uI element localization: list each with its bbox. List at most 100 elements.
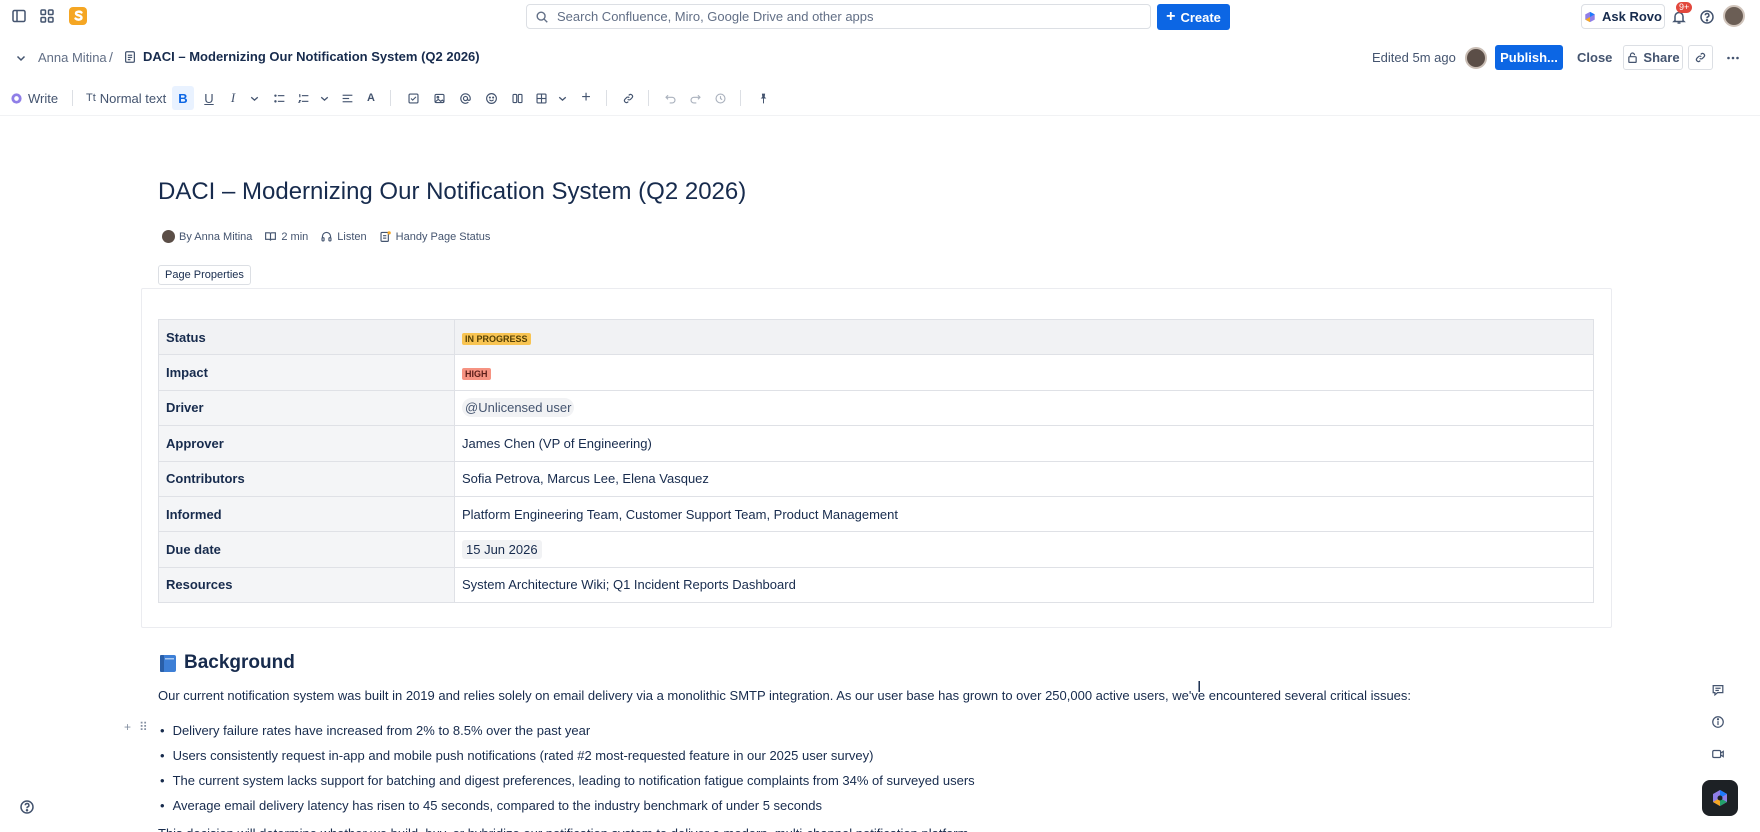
property-value[interactable]: Sofia Petrova, Marcus Lee, Elena Vasquez <box>454 460 1594 497</box>
link-icon[interactable] <box>617 86 639 110</box>
list-item[interactable]: The current system lacks support for bat… <box>158 768 975 793</box>
breadcrumb-page[interactable]: DACI – Modernizing Our Notification Syst… <box>123 49 480 64</box>
text-color-button[interactable]: A <box>360 86 382 110</box>
date-chip[interactable]: 15 Jun 2026 <box>462 540 542 560</box>
chevron-down-icon[interactable] <box>8 45 34 71</box>
page-header-bar: Anna Mitina / DACI – Modernizing Our Not… <box>0 42 1760 74</box>
comments-icon[interactable] <box>1705 677 1731 703</box>
italic-button[interactable]: I <box>222 86 244 110</box>
plus-icon: + <box>1166 8 1176 25</box>
table-row: Approver James Chen (VP of Engineering) <box>158 425 1594 462</box>
help-icon[interactable] <box>1694 4 1720 30</box>
status-lozenge: IN PROGRESS <box>462 332 531 345</box>
page-title[interactable]: DACI – Modernizing Our Notification Syst… <box>158 178 746 206</box>
table-row: Status IN PROGRESS <box>158 318 1594 356</box>
close-button[interactable]: Close <box>1577 50 1612 65</box>
app-switcher-icon[interactable] <box>34 3 60 29</box>
property-key: Resources <box>158 566 455 604</box>
breadcrumb-user[interactable]: Anna Mitina <box>38 50 107 65</box>
property-value[interactable]: System Architecture Wiki; Q1 Incident Re… <box>454 566 1594 604</box>
list-item[interactable]: Delivery failure rates have increased fr… <box>158 718 975 743</box>
property-value[interactable]: James Chen (VP of Engineering) <box>454 425 1594 462</box>
table-row: Driver @Unlicensed user <box>158 389 1594 427</box>
block-controls: + ⠿ <box>124 720 148 734</box>
copy-link-button[interactable] <box>1688 45 1713 70</box>
breadcrumb-separator: / <box>109 49 113 65</box>
pin-icon[interactable] <box>752 86 774 110</box>
breadcrumb-page-label: DACI – Modernizing Our Notification Syst… <box>143 49 480 64</box>
rovo-chat-button[interactable] <box>1702 780 1738 816</box>
divider <box>648 90 649 106</box>
listen-button[interactable]: Listen <box>320 230 367 243</box>
create-button[interactable]: + Create <box>1157 4 1230 30</box>
background-bullets: Delivery failure rates have increased fr… <box>158 718 975 818</box>
status-icon <box>380 231 391 242</box>
blue-book-icon <box>160 655 176 672</box>
search-placeholder: Search Confluence, Miro, Google Drive an… <box>557 9 874 24</box>
video-icon[interactable] <box>1705 741 1731 767</box>
table-icon[interactable] <box>530 86 552 110</box>
profile-avatar[interactable] <box>1723 5 1745 27</box>
table-row: Contributors Sofia Petrova, Marcus Lee, … <box>158 460 1594 497</box>
history-icon[interactable] <box>709 86 731 110</box>
list-item[interactable]: Average email delivery latency has risen… <box>158 793 975 818</box>
checkbox-icon[interactable] <box>402 86 424 110</box>
rovo-icon <box>1713 790 1727 806</box>
divider <box>606 90 607 106</box>
chevron-down-icon[interactable] <box>246 86 262 110</box>
drag-handle-icon[interactable]: ⠿ <box>139 720 148 734</box>
write-mode-button[interactable]: Write <box>10 86 58 110</box>
background-heading[interactable]: Background <box>158 652 295 674</box>
more-options-icon[interactable] <box>1720 45 1746 71</box>
text-style-label: Normal text <box>99 90 167 106</box>
bold-button[interactable]: B <box>172 86 194 110</box>
ask-rovo-button[interactable]: Ask Rovo <box>1581 4 1665 29</box>
user-mention[interactable]: @Unlicensed user <box>462 398 575 418</box>
top-navigation: Search Confluence, Miro, Google Drive an… <box>0 0 1760 32</box>
mention-icon[interactable] <box>454 86 476 110</box>
layout-icon[interactable] <box>506 86 528 110</box>
page-icon <box>125 50 135 63</box>
align-icon[interactable] <box>336 86 358 110</box>
author-byline[interactable]: By Anna Mitina <box>162 230 252 243</box>
redo-icon[interactable] <box>684 86 706 110</box>
info-icon[interactable] <box>1705 709 1731 735</box>
image-icon[interactable] <box>428 86 450 110</box>
table-row: Due date 15 Jun 2026 <box>158 531 1594 568</box>
publish-button[interactable]: Publish... <box>1495 45 1563 70</box>
undo-icon[interactable] <box>659 86 681 110</box>
property-value[interactable]: Platform Engineering Team, Customer Supp… <box>454 495 1594 533</box>
numbered-list-icon[interactable] <box>292 86 314 110</box>
rovo-icon <box>1585 11 1595 22</box>
property-value[interactable]: @Unlicensed user <box>454 389 1594 427</box>
chevron-down-icon[interactable] <box>316 86 332 110</box>
add-block-icon[interactable]: + <box>124 720 131 734</box>
sidebar-toggle-icon[interactable] <box>6 3 32 29</box>
book-open-icon <box>265 232 277 241</box>
page-status-button[interactable]: Handy Page Status <box>379 230 490 243</box>
property-value[interactable]: 15 Jun 2026 <box>454 531 1594 568</box>
list-item[interactable]: Users consistently request in-app and mo… <box>158 743 975 768</box>
share-button[interactable]: Share <box>1623 45 1683 70</box>
help-icon[interactable] <box>14 794 40 820</box>
lock-icon <box>1628 52 1638 63</box>
underline-button[interactable]: U <box>198 86 220 110</box>
property-value[interactable]: HIGH <box>454 354 1594 391</box>
divider <box>72 90 73 106</box>
background-continuation[interactable]: This decision will determine whether we … <box>158 826 972 832</box>
text-style-dropdown[interactable]: Tt Normal text <box>86 86 166 110</box>
page-properties-table: Status IN PROGRESS Impact HIGH Driver @U… <box>158 318 1594 604</box>
confluence-logo[interactable] <box>68 6 88 26</box>
emoji-icon[interactable] <box>480 86 502 110</box>
insert-plus-icon[interactable]: + <box>575 86 597 110</box>
page-properties-label[interactable]: Page Properties <box>158 265 251 285</box>
chevron-down-icon[interactable] <box>554 86 570 110</box>
background-intro[interactable]: Our current notification system was buil… <box>158 688 1411 703</box>
property-value[interactable]: IN PROGRESS <box>454 318 1594 356</box>
divider <box>740 90 741 106</box>
editor-avatar[interactable] <box>1465 47 1487 69</box>
table-row: Impact HIGH <box>158 354 1594 391</box>
bullet-list-icon[interactable] <box>268 86 290 110</box>
search-input[interactable]: Search Confluence, Miro, Google Drive an… <box>526 4 1151 29</box>
property-key: Driver <box>158 389 455 427</box>
